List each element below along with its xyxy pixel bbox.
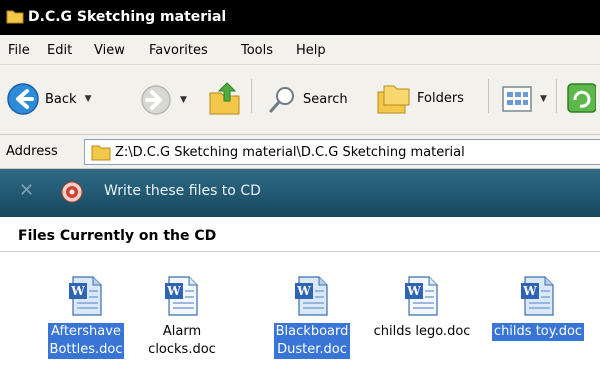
- cd-icon: [61, 181, 83, 203]
- forward-dropdown-icon[interactable]: ▼: [180, 95, 187, 105]
- svg-text:W: W: [406, 284, 421, 298]
- views-dropdown-icon[interactable]: ▼: [540, 94, 547, 104]
- menu-edit[interactable]: Edit: [47, 43, 72, 58]
- section-divider: [0, 251, 600, 252]
- toolbar-separator: [556, 79, 557, 113]
- title-bar: D.C.G Sketching material: [0, 0, 600, 35]
- toolbar: Back ▼ ▼ Search Folders ▼: [0, 65, 600, 135]
- file-list-pane: Files Currently on the CD W Aftershave Bo…: [0, 217, 600, 373]
- menu-tools[interactable]: Tools: [241, 43, 273, 58]
- search-label: Search: [303, 91, 348, 107]
- section-heading: Files Currently on the CD: [18, 228, 217, 244]
- search-button[interactable]: Search: [268, 84, 348, 114]
- address-path: Z:\D.C.G Sketching material\D.C.G Sketch…: [115, 145, 465, 160]
- file-name: childs toy.doc: [491, 323, 585, 341]
- folders-icon: [377, 85, 410, 114]
- cd-task-bar: ✕ Write these files to CD: [0, 169, 600, 217]
- menu-bar: File Edit View Favorites Tools Help: [0, 35, 600, 65]
- address-label: Address: [6, 144, 58, 159]
- svg-text:W: W: [522, 284, 537, 298]
- file-name: childs lego.doc: [373, 324, 471, 339]
- window-title: D.C.G Sketching material: [28, 9, 227, 25]
- word-document-icon: W: [295, 276, 328, 316]
- menu-file[interactable]: File: [8, 43, 30, 58]
- back-label: Back: [45, 91, 77, 107]
- toolbar-separator: [488, 79, 489, 113]
- file-name: Alarm clocks.doc: [148, 324, 216, 357]
- file-item[interactable]: W Alarm clocks.doc: [134, 275, 230, 359]
- sync-button[interactable]: [566, 82, 596, 114]
- folder-icon: [91, 145, 111, 161]
- address-input[interactable]: Z:\D.C.G Sketching material\D.C.G Sketch…: [84, 139, 600, 165]
- folder-icon: [6, 10, 24, 24]
- word-document-icon: W: [521, 276, 554, 316]
- file-item[interactable]: W childs toy.doc: [482, 275, 594, 341]
- write-to-cd-link[interactable]: Write these files to CD: [104, 183, 261, 199]
- close-icon[interactable]: ✕: [19, 180, 34, 201]
- svg-text:W: W: [70, 284, 85, 298]
- menu-help[interactable]: Help: [296, 43, 326, 58]
- file-item[interactable]: W Blackboard Duster.doc: [264, 275, 360, 359]
- folders-label: Folders: [417, 90, 464, 106]
- svg-text:W: W: [166, 284, 181, 298]
- sync-icon: [567, 83, 596, 113]
- folders-button[interactable]: Folders: [376, 80, 464, 116]
- forward-arrow-icon: [141, 85, 171, 115]
- file-item[interactable]: W Aftershave Bottles.doc: [38, 275, 134, 359]
- svg-text:W: W: [296, 284, 311, 298]
- views-icon: [502, 86, 532, 112]
- menu-view[interactable]: View: [94, 43, 125, 58]
- word-document-icon: W: [165, 276, 198, 316]
- file-item[interactable]: W childs lego.doc: [364, 275, 480, 341]
- address-bar: Address Z:\D.C.G Sketching material\D.C.…: [0, 135, 600, 169]
- toolbar-separator: [251, 79, 252, 113]
- folder-up-icon: [209, 82, 240, 115]
- back-arrow-icon: [7, 83, 39, 115]
- back-button[interactable]: Back ▼: [6, 82, 91, 116]
- menu-favorites[interactable]: Favorites: [149, 43, 208, 58]
- views-button[interactable]: ▼: [502, 86, 547, 112]
- word-document-icon: W: [405, 276, 438, 316]
- file-name: Blackboard Duster.doc: [273, 323, 351, 359]
- up-folder-button[interactable]: [207, 79, 243, 117]
- back-dropdown-icon[interactable]: ▼: [85, 94, 92, 104]
- forward-button[interactable]: ▼: [140, 84, 187, 116]
- search-icon: [269, 87, 294, 113]
- file-name: Aftershave Bottles.doc: [47, 323, 125, 359]
- word-document-icon: W: [69, 276, 102, 316]
